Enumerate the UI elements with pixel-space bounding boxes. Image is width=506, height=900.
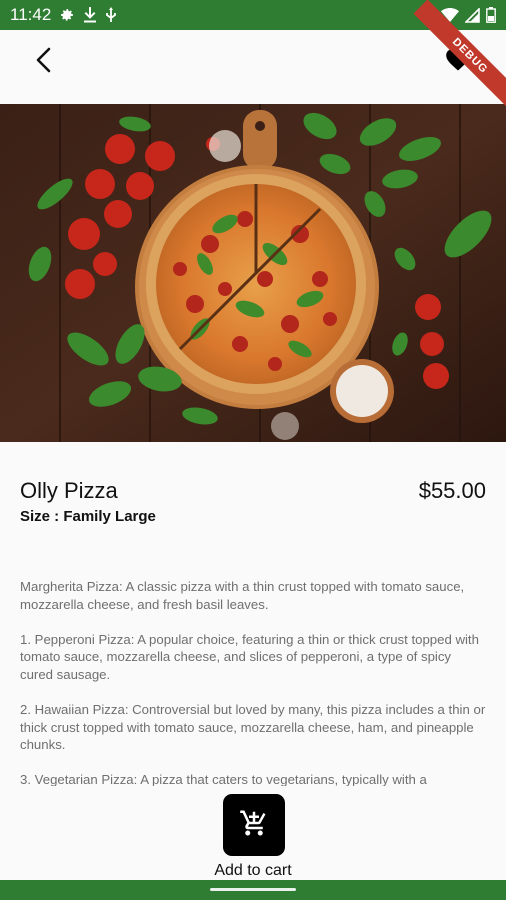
chevron-left-icon: [33, 47, 55, 78]
gear-icon: [59, 7, 75, 23]
heart-filled-icon: [446, 48, 470, 76]
product-description: Margherita Pizza: A classic pizza with a…: [20, 578, 486, 786]
back-button[interactable]: [26, 44, 62, 80]
status-bar: 11:42: [0, 0, 506, 30]
battery-icon: [486, 7, 496, 23]
signal-icon: [465, 7, 480, 23]
cart-icon: [239, 808, 269, 843]
description-paragraph: 3. Vegetarian Pizza: A pizza that caters…: [20, 772, 427, 786]
description-paragraph: Margherita Pizza: A classic pizza with a…: [20, 579, 465, 612]
add-to-cart-label[interactable]: Add to cart: [0, 862, 506, 880]
usb-icon: [105, 7, 117, 23]
add-to-cart-button[interactable]: [223, 794, 285, 856]
product-price: $55.00: [418, 478, 486, 503]
app-bar: [0, 30, 506, 104]
favorite-button[interactable]: [440, 44, 476, 80]
wifi-icon: [441, 8, 459, 22]
product-size: Size : Family Large: [20, 508, 156, 525]
status-time: 11:42: [10, 5, 52, 24]
description-paragraph: 1. Pepperoni Pizza: A popular choice, fe…: [20, 631, 479, 682]
product-image: [0, 104, 506, 442]
download-icon: [83, 7, 97, 23]
product-header: Olly Pizza $55.00: [20, 478, 486, 504]
product-name: Olly Pizza: [20, 478, 118, 503]
description-paragraph: 2. Hawaiian Pizza: Controversial but lov…: [20, 701, 486, 753]
home-indicator[interactable]: [210, 888, 296, 891]
